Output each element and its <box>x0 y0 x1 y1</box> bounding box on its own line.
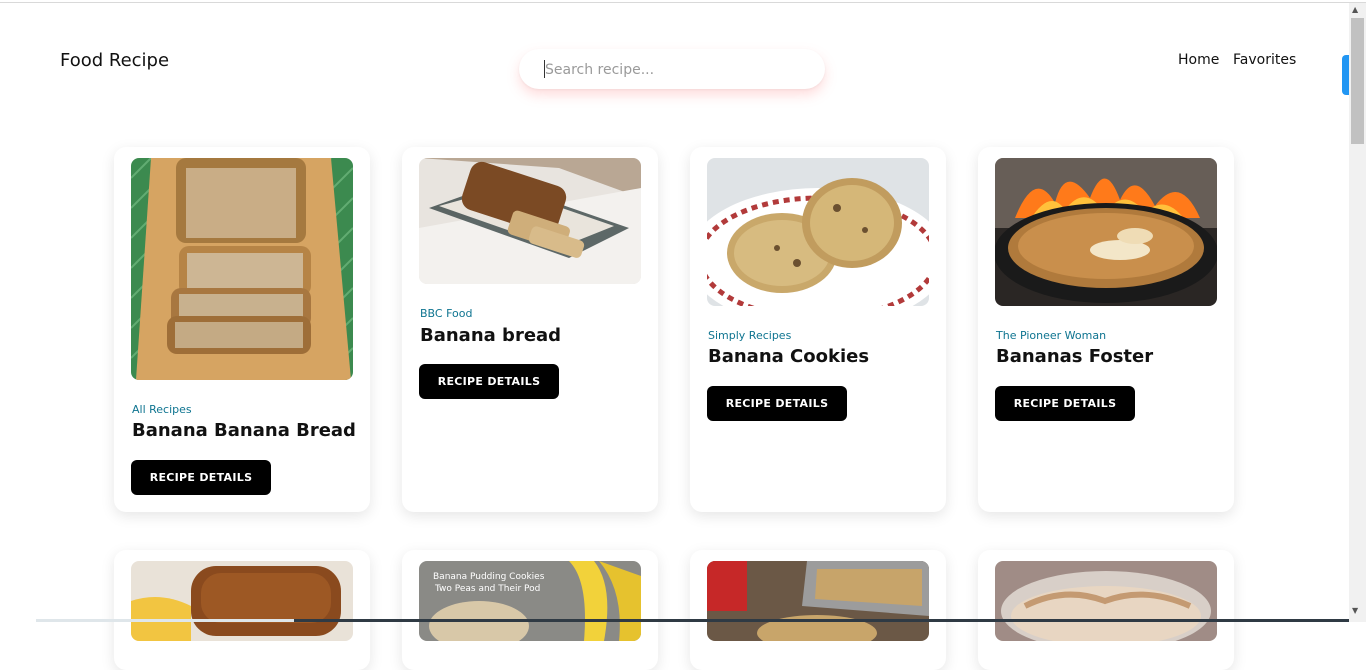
recipe-image[interactable] <box>995 158 1217 306</box>
recipe-title: Banana bread <box>420 325 562 346</box>
nav-favorites-link[interactable]: Favorites <box>1233 52 1296 68</box>
search-bar[interactable] <box>519 49 825 89</box>
scrollbar-thumb[interactable] <box>1351 18 1364 144</box>
recipe-card <box>690 550 946 670</box>
recipe-details-button[interactable]: RECIPE DETAILS <box>995 386 1135 421</box>
recipe-details-button[interactable]: RECIPE DETAILS <box>419 364 559 399</box>
recipe-source: BBC Food <box>420 307 473 320</box>
recipe-card: The Pioneer Woman Bananas Foster RECIPE … <box>978 147 1234 512</box>
scroll-up-icon[interactable]: ▲ <box>1352 5 1358 14</box>
image-overlay-text: Two Peas and Their Pod <box>434 584 540 594</box>
recipe-card: BBC Food Banana bread RECIPE DETAILS <box>402 147 658 512</box>
recipe-source: The Pioneer Woman <box>996 329 1107 342</box>
recipe-title: Bananas Foster <box>996 346 1154 367</box>
scroll-down-icon[interactable]: ▼ <box>1352 606 1358 615</box>
top-border <box>0 0 1366 3</box>
recipe-details-button[interactable]: RECIPE DETAILS <box>707 386 847 421</box>
nav-home-link[interactable]: Home <box>1178 52 1219 68</box>
recipe-source: All Recipes <box>132 403 192 416</box>
recipe-card: Banana Pudding Cookies Two Peas and Thei… <box>402 550 658 670</box>
image-overlay-text: Banana Pudding Cookies <box>433 572 545 582</box>
app-logo[interactable]: Food Recipe <box>60 50 169 71</box>
recipe-source: Simply Recipes <box>708 329 792 342</box>
recipe-card <box>114 550 370 670</box>
recipe-card: Simply Recipes Banana Cookies RECIPE DET… <box>690 147 946 512</box>
recipe-card <box>978 550 1234 670</box>
recipe-image[interactable] <box>707 158 929 306</box>
recipe-title: Banana Banana Bread <box>132 420 356 441</box>
recipe-details-button[interactable]: RECIPE DETAILS <box>131 460 271 495</box>
recipe-image[interactable]: Banana Pudding Cookies Two Peas and Thei… <box>419 561 641 641</box>
text-caret <box>544 60 545 78</box>
recipe-image[interactable] <box>707 561 929 641</box>
recipe-image[interactable] <box>131 158 353 380</box>
recipe-card: All Recipes Banana Banana Bread RECIPE D… <box>114 147 370 512</box>
recipe-image[interactable] <box>995 561 1217 641</box>
search-input[interactable] <box>543 59 807 81</box>
recipe-image[interactable] <box>419 158 641 284</box>
recipe-image[interactable] <box>131 561 353 641</box>
recipe-title: Banana Cookies <box>708 346 870 367</box>
